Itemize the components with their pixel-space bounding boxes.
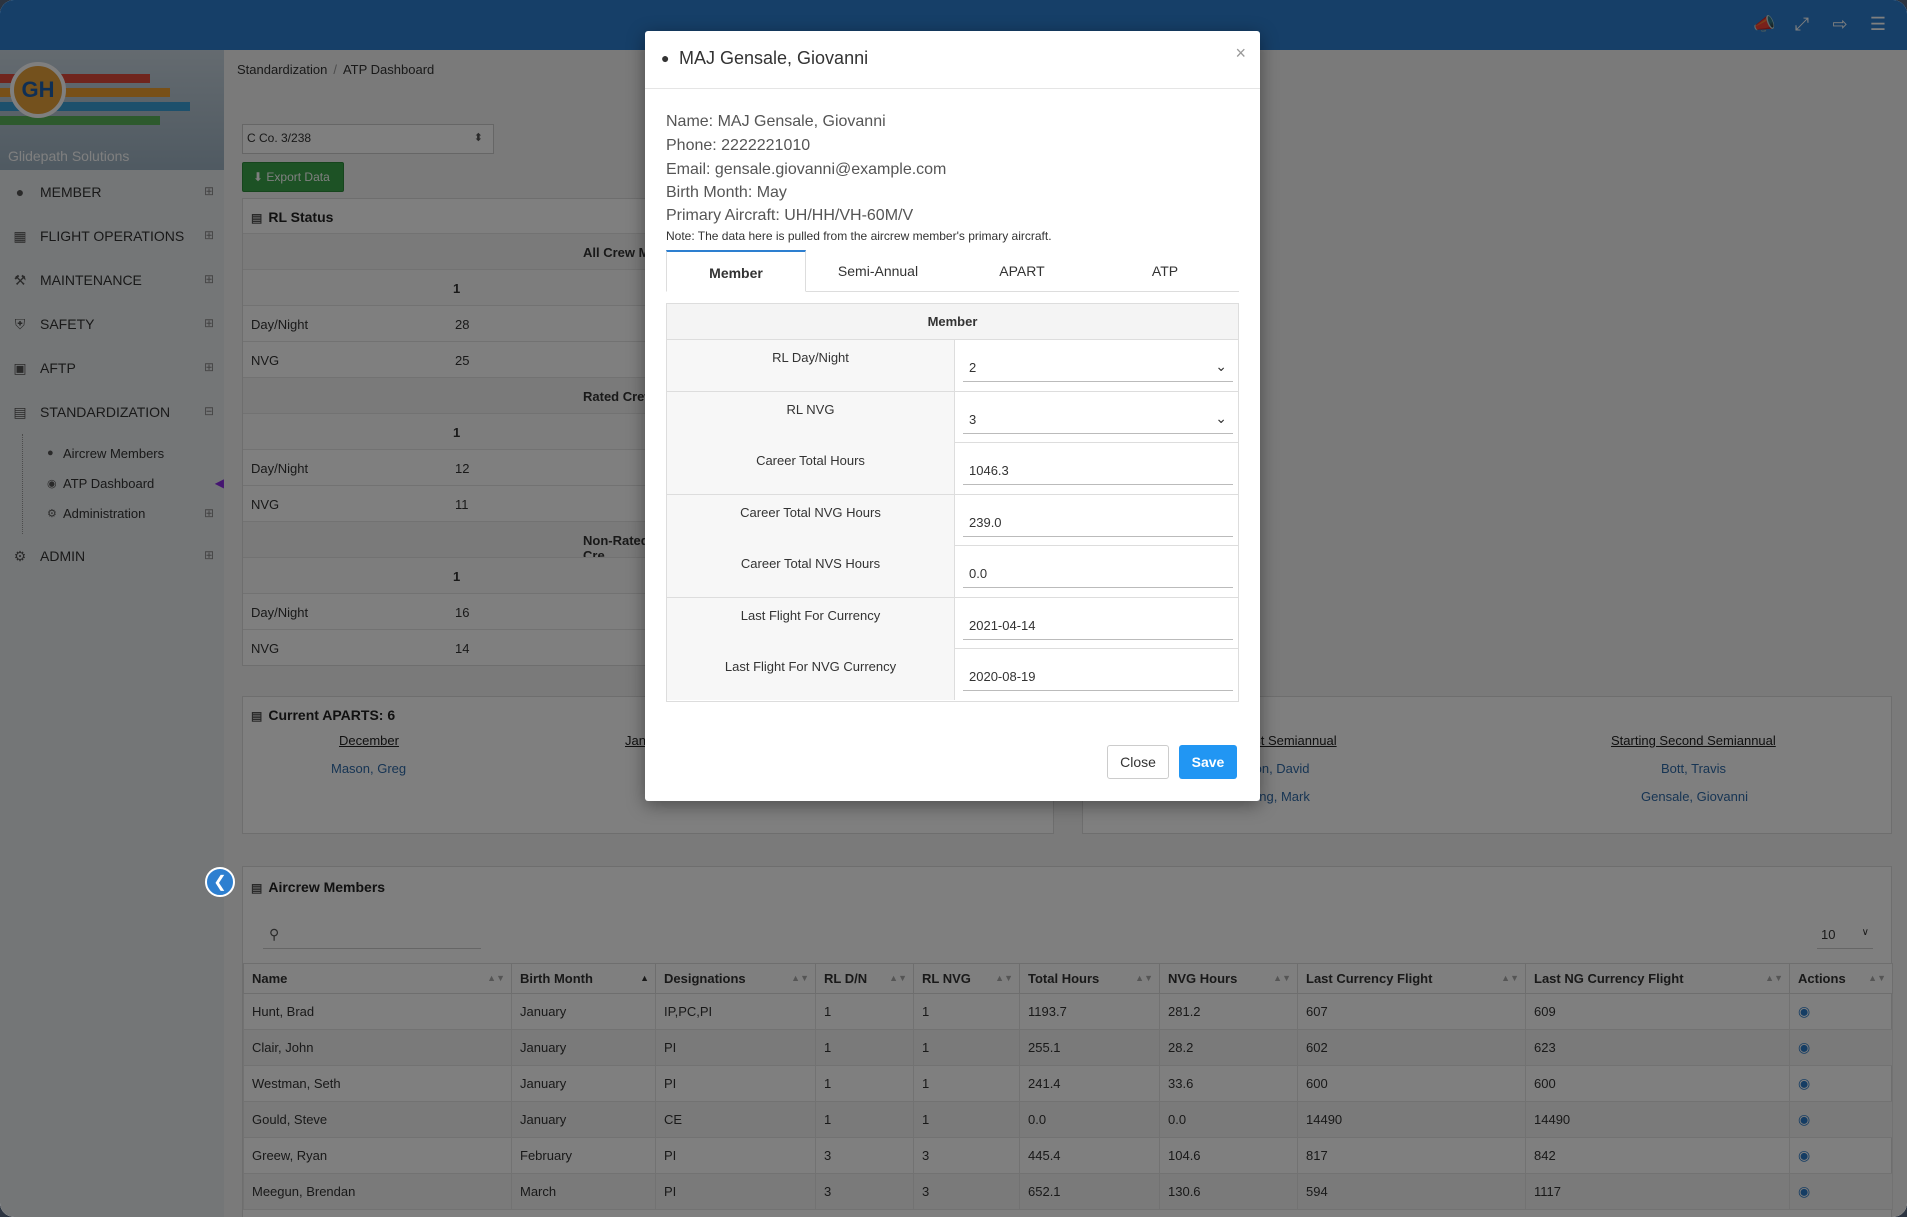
close-button[interactable]: Close — [1107, 745, 1169, 779]
chevron-down-icon: ⌄ — [1215, 409, 1227, 426]
tab-atp[interactable]: ATP — [1095, 250, 1235, 292]
tab-apart[interactable]: APART — [952, 250, 1092, 292]
field-row-career-total-nvs-hours: Career Total NVS Hours 0.0 — [667, 546, 1238, 598]
field-label: Last Flight For Currency — [667, 597, 955, 649]
field-row-rl-day-night: RL Day/Night 2 ⌄ — [667, 340, 1238, 392]
field-label: RL Day/Night — [667, 340, 955, 391]
save-button[interactable]: Save — [1179, 745, 1237, 779]
field-label: RL NVG — [667, 391, 955, 443]
user-icon: ● — [661, 50, 670, 66]
close-icon[interactable]: × — [1235, 43, 1246, 64]
info-email: Email: gensale.giovanni@example.com — [666, 161, 947, 178]
career-total-nvg-hours-input[interactable]: 239.0 — [963, 506, 1233, 537]
field-row-last-flight-currency: Last Flight For Currency 2021-04-14 — [667, 597, 1238, 649]
field-label: Career Total NVS Hours — [667, 546, 955, 597]
modal-tabs: Member Semi-Annual APART ATP — [666, 250, 1239, 292]
rl-day-night-select[interactable]: 2 ⌄ — [963, 352, 1233, 382]
field-value: 2 — [969, 360, 977, 375]
field-row-career-total-hours: Career Total Hours 1046.3 — [667, 443, 1238, 495]
modal-header: ● MAJ Gensale, Giovanni × — [645, 31, 1260, 89]
member-modal: ● MAJ Gensale, Giovanni × Name: MAJ Gens… — [645, 31, 1260, 801]
field-row-rl-nvg: RL NVG 3 ⌄ — [667, 391, 1238, 443]
field-label: Career Total NVG Hours — [667, 494, 955, 546]
info-note: Note: The data here is pulled from the a… — [666, 229, 1052, 243]
rl-nvg-select[interactable]: 3 ⌄ — [963, 403, 1233, 434]
arrow-left-icon: ❮ — [213, 874, 227, 891]
career-total-nvs-hours-input[interactable]: 0.0 — [963, 558, 1233, 588]
last-flight-nvg-currency-input[interactable]: 2020-08-19 — [963, 661, 1233, 691]
field-row-career-total-nvg-hours: Career Total NVG Hours 239.0 — [667, 494, 1238, 546]
field-label: Career Total Hours — [667, 443, 955, 494]
modal-title: MAJ Gensale, Giovanni — [679, 48, 869, 68]
field-label: Last Flight For NVG Currency — [667, 649, 955, 700]
last-flight-currency-input[interactable]: 2021-04-14 — [963, 609, 1233, 640]
career-total-hours-input[interactable]: 1046.3 — [963, 455, 1233, 485]
member-table-header: Member — [667, 304, 1238, 340]
member-fields-table: Member RL Day/Night 2 ⌄ RL NVG 3 ⌄ Career … — [666, 303, 1239, 702]
info-primary-aircraft: Primary Aircraft: UH/HH/VH-60M/V — [666, 207, 914, 224]
field-row-last-flight-nvg-currency: Last Flight For NVG Currency 2020-08-19 — [667, 649, 1238, 701]
tab-semi-annual[interactable]: Semi-Annual — [808, 250, 948, 292]
chevron-down-icon: ⌄ — [1215, 358, 1227, 374]
info-name: Name: MAJ Gensale, Giovanni — [666, 113, 886, 130]
info-phone: Phone: 2222221010 — [666, 137, 811, 154]
sidebar-collapse-button[interactable]: ❮ — [205, 867, 235, 897]
tab-member[interactable]: Member — [666, 250, 806, 292]
field-value: 3 — [969, 411, 977, 427]
app-window: 📣 ⤢ ⇨ ☰ GH Glidepath Solutions ● MEMBER … — [0, 0, 1907, 1217]
info-birth-month: Birth Month: May — [666, 184, 787, 201]
